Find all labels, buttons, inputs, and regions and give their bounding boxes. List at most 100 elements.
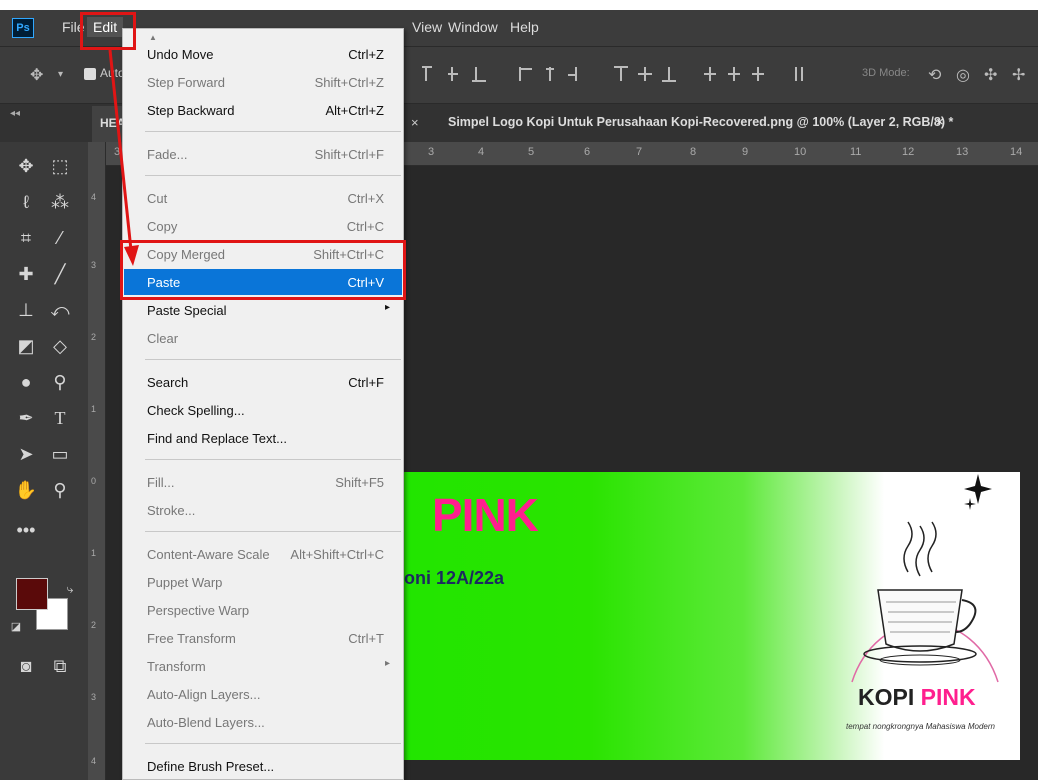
tab-close-icon[interactable]: × [411, 115, 419, 130]
3d-pan-icon[interactable]: ✣ [984, 65, 997, 85]
path-select-icon[interactable]: ➤ [12, 444, 40, 465]
lasso-icon[interactable]: ℓ [12, 192, 40, 213]
logo-word-kopi: KOPI [858, 684, 915, 710]
menu-item-step-forward[interactable]: Step Forward Shift+Ctrl+Z [124, 69, 402, 95]
menu-item-copy[interactable]: Copy Ctrl+C [124, 213, 402, 239]
ruler-label: 2 [91, 332, 97, 342]
ruler-label: 5 [528, 146, 535, 158]
menu-item-undo-move[interactable]: Undo Move Ctrl+Z [124, 41, 402, 67]
ruler-label: 4 [478, 146, 485, 158]
menu-item-shortcut: Shift+F5 [335, 475, 384, 490]
ruler-label: 3 [114, 146, 121, 158]
blur-icon[interactable]: ● [12, 372, 40, 393]
move-icon[interactable]: ✥ [12, 156, 40, 177]
sparkle-icon [964, 474, 992, 504]
logo-tagline: tempat nongkrongnya Mahasiswa Modern [846, 722, 995, 731]
tab-close-icon[interactable]: × [936, 114, 944, 129]
history-brush-icon[interactable]: ⤺ [46, 300, 74, 321]
tools-panel: ✥ ⬚ ℓ ⁂ ⌗ ⁄ ✚ ╱ ⊥ ⤺ ◩ ◇ ● ⚲ ✒ T ➤ ▭ ✋ ⚲ … [0, 142, 88, 780]
menu-item-find-replace[interactable]: Find and Replace Text... [124, 425, 402, 451]
menu-item-shortcut: Ctrl+F [348, 375, 384, 390]
menu-item-free-transform[interactable]: Free Transform Ctrl+T [124, 625, 402, 651]
menu-item-cut[interactable]: Cut Ctrl+X [124, 185, 402, 211]
ruler-label: 0 [91, 476, 97, 486]
more-tools-icon[interactable]: ••• [12, 520, 40, 541]
menu-item-define-brush-preset[interactable]: Define Brush Preset... [124, 753, 402, 779]
menu-help[interactable]: Help [510, 19, 539, 35]
collapse-panel-icon[interactable]: ◂◂ [10, 108, 20, 119]
3d-slide-icon[interactable]: ✢ [1012, 65, 1025, 85]
marquee-icon[interactable]: ⬚ [46, 156, 74, 177]
quick-mask-icon[interactable]: ◙ [12, 656, 40, 677]
menu-window[interactable]: Window [448, 19, 498, 35]
foreground-color-swatch[interactable] [16, 578, 48, 610]
menu-item-puppet-warp[interactable]: Puppet Warp [124, 569, 402, 595]
ruler-label: 1 [91, 548, 97, 558]
ruler-label: 3 [91, 260, 97, 270]
dodge-icon[interactable]: ⚲ [46, 372, 74, 393]
menu-item-auto-align-layers[interactable]: Auto-Align Layers... [124, 681, 402, 707]
type-icon[interactable]: T [46, 408, 74, 429]
ruler-label: 14 [1010, 146, 1023, 158]
menu-item-step-backward[interactable]: Step Backward Alt+Ctrl+Z [124, 97, 402, 123]
menu-item-content-aware-scale[interactable]: Content-Aware Scale Alt+Shift+Ctrl+C [124, 541, 402, 567]
3d-roll-icon[interactable]: ◎ [956, 65, 970, 85]
crop-icon[interactable]: ⌗ [12, 228, 40, 249]
swap-colors-icon[interactable]: ⤷ [56, 582, 84, 597]
menu-item-stroke[interactable]: Stroke... [124, 497, 402, 523]
align-distribute-icons[interactable] [420, 63, 840, 87]
menu-item-label: Fill... [147, 475, 175, 490]
annotation-box-paste [120, 240, 406, 300]
menu-item-check-spelling[interactable]: Check Spelling... [124, 397, 402, 423]
ruler-label: 1 [91, 404, 97, 414]
hand-icon[interactable]: ✋ [12, 480, 40, 501]
menu-item-label: Stroke... [147, 503, 196, 518]
3d-mode-label: 3D Mode: [862, 67, 910, 79]
submenu-arrow-icon: ▸ [384, 302, 390, 313]
menu-item-fade[interactable]: Fade... Shift+Ctrl+F [124, 141, 402, 167]
menu-item-label: Define Brush Preset... [147, 759, 275, 774]
menu-item-label: Transform [147, 659, 206, 674]
menu-view[interactable]: View [412, 19, 442, 35]
menu-item-label: Auto-Align Layers... [147, 687, 261, 702]
menu-item-label: Cut [147, 191, 168, 206]
zoom-icon[interactable]: ⚲ [46, 480, 74, 501]
menu-separator [145, 131, 401, 132]
pen-icon[interactable]: ✒ [12, 408, 40, 429]
menu-item-shortcut: Ctrl+C [346, 219, 384, 234]
menu-item-search[interactable]: Search Ctrl+F [124, 369, 402, 395]
screen-mode-icon[interactable]: ⧉ [46, 656, 74, 677]
menu-item-label: Paste Special [147, 303, 227, 318]
eyedropper-icon[interactable]: ⁄ [46, 228, 74, 249]
eraser-icon[interactable]: ◩ [12, 336, 40, 357]
menu-item-clear[interactable]: Clear [124, 325, 402, 351]
default-colors-icon[interactable]: ◪ [2, 620, 30, 633]
brush-icon[interactable]: ╱ [46, 264, 74, 285]
auto-select-checkbox[interactable] [84, 68, 96, 80]
ruler-label: 11 [850, 146, 862, 158]
menu-item-auto-blend-layers[interactable]: Auto-Blend Layers... [124, 709, 402, 735]
rectangle-icon[interactable]: ▭ [46, 444, 74, 465]
edit-menu-dropdown: ▲ Undo Move Ctrl+Z Step Forward Shift+Ctrl… [122, 28, 404, 780]
menu-item-label: Search [147, 375, 189, 390]
banner-subtitle: oni 12A/22a [404, 568, 505, 588]
menu-separator [145, 531, 401, 532]
menu-item-label: Auto-Blend Layers... [147, 715, 265, 730]
ruler-label: 9 [742, 146, 749, 158]
stamp-icon[interactable]: ⊥ [12, 300, 40, 321]
menu-item-transform[interactable]: Transform ▸ [124, 653, 402, 679]
menu-item-fill[interactable]: Fill... Shift+F5 [124, 469, 402, 495]
magic-wand-icon[interactable]: ⁂ [46, 192, 74, 213]
paint-bucket-icon[interactable]: ◇ [46, 336, 74, 357]
chevron-down-icon[interactable]: ▾ [58, 69, 63, 80]
3d-orbit-icon[interactable]: ⟲ [928, 65, 941, 85]
photoshop-window: Ps File Edit View Window Help ✥ ▾ Auto- [0, 0, 1038, 780]
move-tool-preset-icon[interactable]: ✥ [30, 65, 43, 85]
menu-item-label: Puppet Warp [147, 575, 223, 590]
tab-document-kopi[interactable]: Simpel Logo Kopi Untuk Perusahaan Kopi-R… [448, 115, 953, 129]
menu-item-paste-special[interactable]: Paste Special ▸ [124, 297, 402, 323]
healing-brush-icon[interactable]: ✚ [12, 264, 40, 285]
ruler-label: 10 [794, 146, 807, 158]
menu-item-shortcut: Ctrl+Z [348, 47, 384, 62]
menu-item-perspective-warp[interactable]: Perspective Warp [124, 597, 402, 623]
